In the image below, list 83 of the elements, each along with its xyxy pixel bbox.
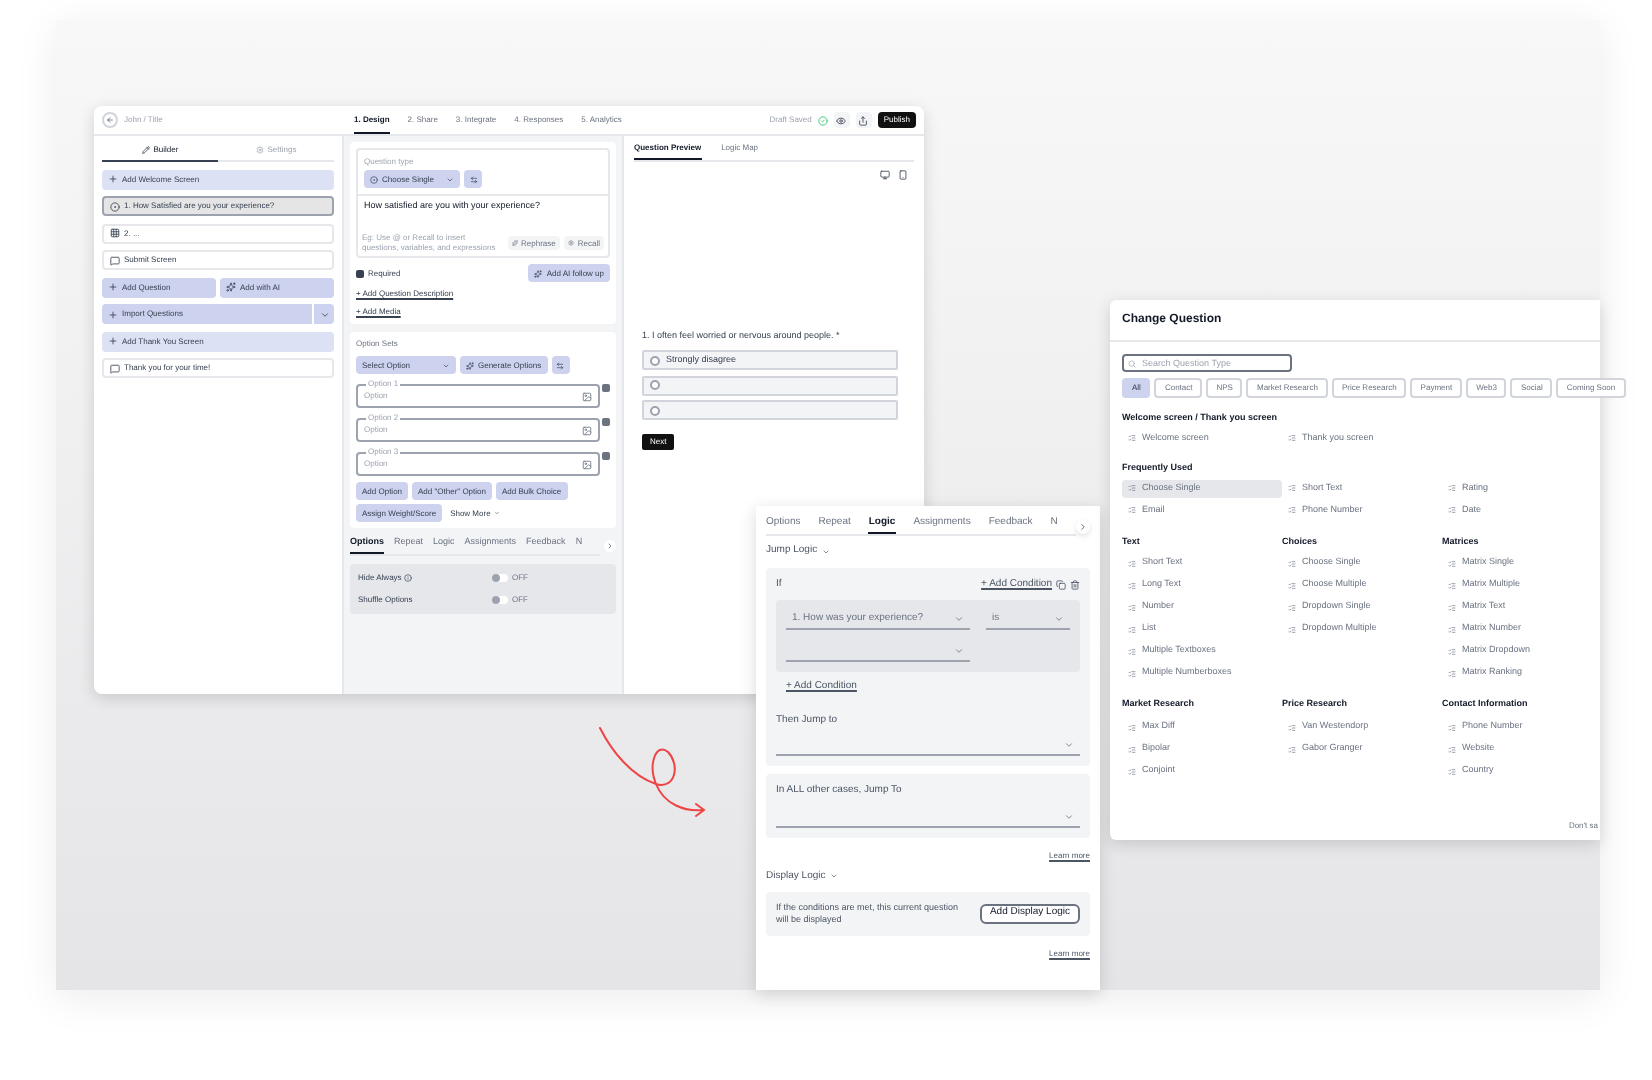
radio-icon	[370, 175, 378, 183]
toggle-switch[interactable]	[492, 595, 508, 604]
search-icon	[1128, 359, 1136, 367]
image-icon	[582, 391, 592, 402]
grid-icon	[110, 228, 120, 238]
eye-icon	[836, 115, 847, 125]
chevron-down-icon	[954, 646, 964, 656]
list-icon	[1128, 669, 1136, 678]
list-icon	[1288, 506, 1296, 514]
square-icon[interactable]	[602, 452, 610, 461]
back-button[interactable]	[102, 112, 118, 128]
scroll-right-icon[interactable]	[1076, 519, 1090, 533]
sparkle-icon	[466, 361, 474, 370]
list-icon	[1288, 484, 1296, 492]
list-icon	[1128, 603, 1136, 612]
mobile-view-button[interactable]	[896, 167, 910, 182]
list-icon	[1448, 581, 1456, 590]
toggle-switch[interactable]	[492, 573, 508, 582]
list-icon	[1448, 625, 1456, 634]
scroll-right-icon[interactable]	[604, 539, 616, 552]
plus-icon	[108, 336, 118, 346]
check-icon	[817, 115, 828, 125]
sparkle-icon	[511, 240, 518, 247]
plus-icon	[108, 309, 118, 319]
swap-icon	[556, 361, 565, 370]
square-icon[interactable]	[602, 384, 610, 393]
plus-icon	[108, 282, 118, 292]
phone-icon	[898, 169, 908, 180]
list-icon	[1448, 559, 1456, 568]
sparkle-icon	[534, 269, 543, 278]
edit-icon	[141, 146, 150, 154]
list-icon	[1128, 723, 1136, 731]
list-icon	[1448, 669, 1456, 678]
chevron-down-icon	[1054, 614, 1064, 624]
list-icon	[1448, 767, 1456, 775]
list-icon	[1288, 559, 1296, 568]
swap-button[interactable]	[551, 356, 570, 375]
list-icon	[1128, 767, 1136, 775]
image-icon	[582, 459, 592, 470]
list-icon	[1128, 506, 1136, 514]
chevron-down-icon	[1064, 740, 1074, 750]
message-icon	[110, 363, 120, 373]
chevron-down-icon	[319, 309, 329, 319]
list-icon	[1288, 745, 1296, 753]
preview-button[interactable]	[833, 112, 850, 128]
share-button[interactable]	[855, 112, 872, 128]
chevron-down-icon	[1064, 811, 1074, 821]
list-icon	[1128, 647, 1136, 656]
list-icon	[1128, 581, 1136, 590]
list-icon	[1288, 603, 1296, 612]
list-icon	[1448, 603, 1456, 612]
list-icon	[1128, 625, 1136, 634]
list-icon	[1288, 723, 1296, 731]
list-icon	[1128, 484, 1136, 492]
copy-icon	[1056, 579, 1066, 590]
plus-icon	[108, 174, 118, 184]
list-icon	[1448, 723, 1456, 731]
back-icon	[106, 116, 114, 124]
chevron-down-icon	[954, 614, 964, 624]
list-icon	[1128, 434, 1136, 443]
image-icon	[582, 425, 592, 436]
message-icon	[110, 255, 120, 265]
list-icon	[1128, 559, 1136, 568]
list-icon	[1288, 581, 1296, 590]
sparkle-icon	[226, 282, 236, 292]
settings-icon	[255, 146, 264, 154]
desktop-view-button[interactable]	[878, 167, 892, 182]
swap-icon	[469, 175, 478, 183]
list-icon	[1448, 745, 1456, 753]
list-icon	[1288, 434, 1296, 443]
square-icon[interactable]	[602, 418, 610, 427]
list-icon	[1128, 745, 1136, 753]
trash-icon	[1070, 579, 1080, 590]
radio-icon	[110, 201, 120, 211]
list-icon	[1288, 625, 1296, 634]
list-icon	[1448, 506, 1456, 514]
monitor-icon	[880, 169, 890, 180]
share-icon	[858, 115, 869, 125]
list-icon	[1448, 484, 1456, 492]
required-checkbox[interactable]	[356, 269, 364, 278]
list-icon	[1448, 647, 1456, 656]
gear-icon	[567, 240, 574, 247]
swap-button[interactable]	[464, 170, 483, 188]
